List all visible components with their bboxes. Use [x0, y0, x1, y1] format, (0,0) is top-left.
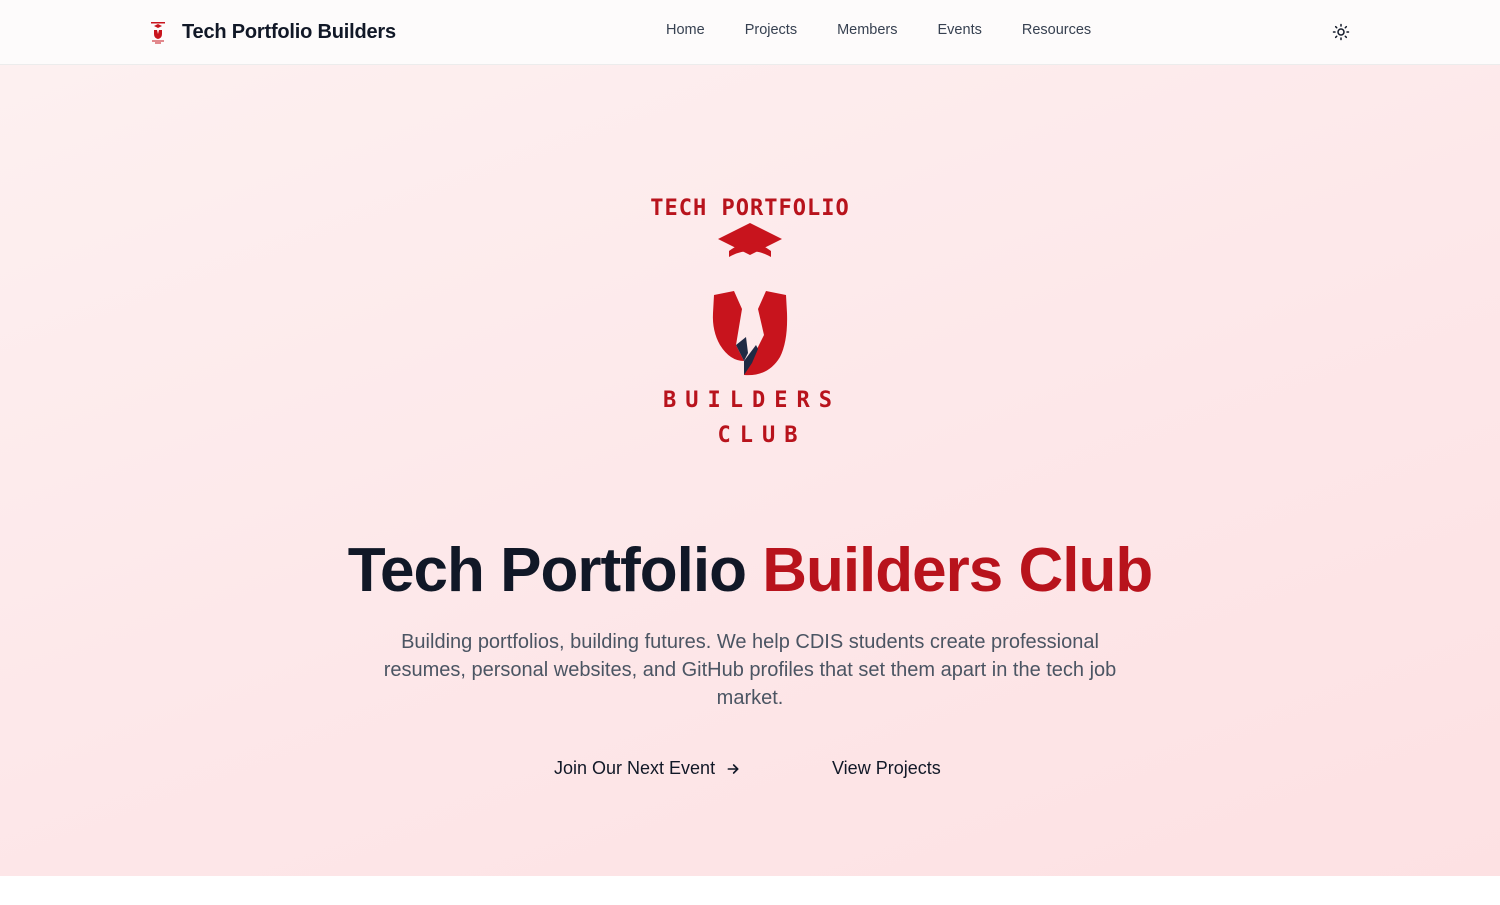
club-logo: TECH PORTFOLIO BUILDERS CLUB: [650, 196, 849, 448]
hero-subtitle: Building portfolios, building futures. W…: [383, 631, 1117, 709]
nav-members[interactable]: Members: [837, 22, 897, 38]
brand-link[interactable]: Tech Portfolio Builders: [148, 16, 396, 48]
logo-bottom-text: CLUB: [718, 423, 807, 448]
hero-title-accent: Builders Club: [762, 536, 1153, 605]
hero-title-main: Tech Portfolio: [347, 536, 747, 605]
brand-name: Tech Portfolio Builders: [182, 20, 396, 43]
navbar: Tech Portfolio Builders Home Projects Me…: [0, 0, 1500, 65]
main-nav: Home Projects Members Events Resources: [666, 22, 1091, 38]
arrow-right-icon: [727, 763, 739, 774]
hero-section: TECH PORTFOLIO BUILDERS CLUB Tech Portfo…: [0, 65, 1500, 876]
suit-shield-icon: [712, 291, 788, 376]
hero-title: Tech Portfolio Builders Club: [0, 536, 1500, 605]
nav-home[interactable]: Home: [666, 22, 705, 38]
page-bottom-band: [0, 876, 1500, 905]
nav-events[interactable]: Events: [938, 22, 982, 38]
logo-middle-text: BUILDERS: [663, 388, 841, 413]
join-event-label: Join Our Next Event: [554, 758, 716, 778]
hero-cta-row: Join Our Next Event View Projects: [0, 758, 1500, 786]
theme-toggle-button[interactable]: [1329, 20, 1353, 44]
graduation-cap-icon: [718, 223, 782, 257]
club-logo-icon: [151, 22, 165, 44]
nav-resources[interactable]: Resources: [1022, 22, 1091, 38]
view-projects-button[interactable]: View Projects: [832, 758, 941, 779]
sun-icon: [1332, 23, 1350, 41]
logo-top-text: TECH PORTFOLIO: [650, 196, 849, 221]
join-event-button[interactable]: Join Our Next Event: [554, 758, 741, 779]
nav-projects[interactable]: Projects: [745, 22, 797, 38]
